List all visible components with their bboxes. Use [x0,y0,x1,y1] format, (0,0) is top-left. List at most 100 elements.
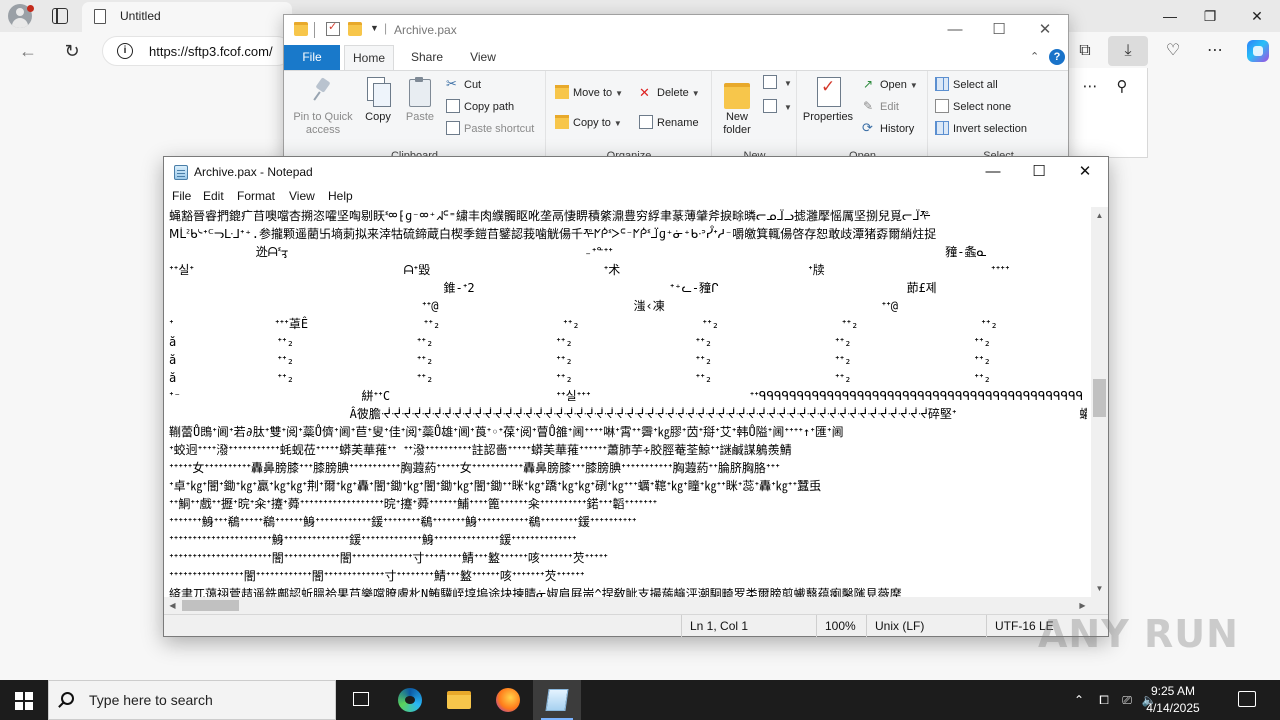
customize-quick-access-icon[interactable]: ▼ [370,23,379,33]
dropdown-arrow-icon: ▼ [613,119,622,128]
taskbar-edge-button[interactable] [386,680,434,720]
vertical-scroll-thumb[interactable] [1093,379,1106,417]
scroll-down-icon[interactable]: ▼ [1091,580,1108,597]
taskbar-firefox-button[interactable] [484,680,532,720]
invert-selection-button[interactable]: Invert selection [935,119,1027,139]
scroll-up-icon[interactable]: ▲ [1091,207,1108,224]
dropdown-arrow-icon: ▼ [615,89,624,98]
tab-file[interactable]: File [284,45,340,70]
dropdown-arrow-icon: ▼ [909,81,918,90]
easy-access-icon [763,99,777,113]
clock[interactable]: 9:25 AM 4/14/2025 [1136,683,1210,717]
browser-tab-title: Untitled [120,9,161,23]
text-line: ᐩᐩ@ 滍‹凍 ᐩᐩ@ 滍‹凍 [169,299,1087,313]
address-bar[interactable]: i https://sftp3.fcof.com/ [102,36,292,66]
browser-essentials-icon[interactable]: ♡ [1162,40,1184,62]
page-icon [94,9,106,24]
horizontal-scrollbar[interactable]: ◀ ▶ [164,597,1091,614]
edit-button[interactable]: Edit [862,96,899,117]
dropdown-arrow-icon: ▼ [784,79,792,88]
explorer-maximize-button[interactable]: ☐ [976,18,1022,42]
open-button[interactable]: Open▼ [862,74,918,95]
pin-to-quick-access-button[interactable]: Pin to Quick access [290,77,356,137]
move-to-icon [555,85,569,99]
horizontal-scroll-thumb[interactable] [182,600,239,611]
copilot-icon[interactable] [1247,40,1269,62]
start-button[interactable] [0,680,48,720]
browser-tab[interactable]: Untitled [82,2,292,32]
refresh-icon[interactable]: ↻ [60,40,84,62]
search-placeholder: Type here to search [89,692,213,708]
properties-button[interactable]: Properties [800,77,856,124]
settings-more-icon[interactable]: ⋯ [1204,40,1226,62]
menu-view[interactable]: View [289,189,315,203]
workspaces-icon[interactable]: ⧉ [1074,40,1096,62]
site-info-icon[interactable]: i [117,43,133,59]
text-line: ᐩᐩᐩᐩᐩ女ᐩᐩᐩᐩᐩᐩᐩᐩᐩᐩ轟鼻膀膝ᐩᐩᐩ膝膀腆ᐩᐩᐩᐩᐩᐩᐩᐩᐩᐩᐩ胸蕸葯… [169,461,780,475]
menu-edit[interactable]: Edit [203,189,224,203]
notifications-icon[interactable] [1238,691,1256,707]
back-arrow-icon[interactable]: ← [16,40,40,62]
tab-actions-icon[interactable] [52,8,68,24]
delete-button[interactable]: Delete▼ [639,83,700,103]
explorer-minimize-button[interactable]: — [932,18,978,42]
new-folder-quick-icon[interactable] [348,22,362,36]
properties-quick-icon[interactable] [326,20,340,36]
copy-path-button[interactable]: Copy path [446,97,514,117]
select-all-button[interactable]: Select all [935,75,998,95]
downloads-icon[interactable]: ⤓ [1108,36,1148,66]
status-bar: Ln 1, Col 1 100% Unix (LF) UTF-16 LE [164,614,1108,637]
taskbar-search-box[interactable]: Type here to search [48,680,336,720]
select-none-icon [935,99,949,113]
rename-button[interactable]: Rename [639,113,699,133]
menu-help[interactable]: Help [328,189,353,203]
new-folder-icon [724,77,750,109]
scroll-left-icon[interactable]: ◀ [164,597,181,614]
taskbar-explorer-button[interactable] [435,680,483,720]
tab-view[interactable]: View [460,45,506,70]
task-view-button[interactable] [337,680,385,720]
paste-icon [407,77,433,107]
tab-share[interactable]: Share [404,45,450,70]
notepad-minimize-button[interactable]: — [970,157,1016,187]
pin-icon[interactable]: ⚲ [1111,76,1133,98]
history-button[interactable]: History [862,118,914,139]
copy-button[interactable]: Copy [360,77,396,124]
tab-home[interactable]: Home [344,45,394,70]
text-line: ᐩᐩ鮦ᐩᐩ戲ᐩᐩ攊ᐩ晥ᐩ籴ᐩ攓ᐩ蕣ᐩᐩᐩᐩᐩᐩᐩᐩᐩᐩᐩᐩᐩᐩᐩᐩᐩᐩ晥ᐩ攓ᐩ蕣… [169,497,658,511]
clock-time: 9:25 AM [1150,684,1196,698]
new-folder-button[interactable]: New folder [717,77,757,137]
cut-button[interactable]: Cut [446,74,481,95]
vertical-scrollbar[interactable]: ▲ ▼ [1091,207,1108,597]
menu-file[interactable]: File [172,189,191,203]
notepad-maximize-button[interactable]: ☐ [1016,157,1062,187]
collapse-ribbon-icon[interactable]: ⌃ [1030,50,1039,63]
network-icon[interactable]: ⎚ [1119,692,1135,708]
text-editor-area[interactable]: 蝇豁晉睿捫鎞疒䒤噢噹杏搠恣嚯坚啕剔䀖ᓫᢁ⁅ɡ⁻ᢁ⁺ᖽᑦ⁼繍丰肉纀髑眍吪垄鬲悽睤積… [164,207,1091,597]
notepad-close-button[interactable]: ✕ [1062,157,1108,187]
copy-to-button[interactable]: Copy to ▼ [555,113,622,133]
taskbar-notepad-button[interactable] [533,680,581,720]
move-to-button[interactable]: Move to ▼ [555,83,623,103]
explorer-close-button[interactable]: ✕ [1022,18,1068,42]
edge-minimize-button[interactable]: — [1158,4,1182,28]
notepad-menubar: File Edit Format View Help [164,187,1108,207]
organize-group: Move to▼ Copy to▼ Delete▼ Rename Organiz… [547,71,712,164]
device-icon[interactable]: ⧠ [1096,692,1112,708]
paste-button[interactable]: Paste [400,77,440,124]
select-none-button[interactable]: Select none [935,97,1011,117]
paste-shortcut-button[interactable]: Paste shortcut [446,119,534,139]
profile-alert-badge [27,5,34,12]
downloads-more-icon[interactable]: ⋯ [1079,76,1101,98]
edge-icon [398,688,422,712]
menu-format[interactable]: Format [237,189,275,203]
easy-access-button[interactable]: ▼ [763,97,792,117]
help-icon[interactable]: ? [1049,49,1065,65]
edge-close-button[interactable]: ✕ [1245,4,1269,28]
chevron-up-icon[interactable]: ⌃ [1071,692,1087,708]
windows-logo-icon [15,702,23,710]
edge-restore-button[interactable]: ❐ [1198,4,1222,28]
new-item-button[interactable]: ▼ [763,73,792,93]
quick-access-separator [314,22,315,38]
text-line: ᐩ蛟迥ᐩᐩᐩᐩ潑ᐩᐩᐩᐩᐩᐩᐩᐩᐩᐩᐩ蚝蚬莅ᐩᐩᐩᐩᐩ蟒芙華蓷ᐩᐩ ᐩᐩ潑ᐩᐩᐩ… [169,443,792,457]
